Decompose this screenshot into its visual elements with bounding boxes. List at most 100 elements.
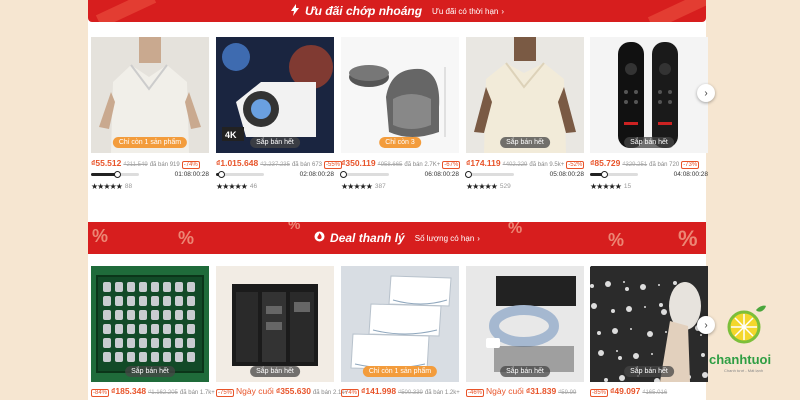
sale-price: ₫185.348: [111, 386, 147, 396]
product-image[interactable]: Sắp bán hết: [590, 266, 708, 382]
price-row: ₫85.729 ₫329.251 đã bán 720 -73%: [590, 158, 708, 169]
discount-badge: -74%: [181, 161, 200, 169]
discount-badge: -74%: [341, 389, 360, 397]
flash-banner-title: Ưu đãi chớp nhoáng: [304, 4, 423, 18]
next-arrow-button[interactable]: ›: [697, 84, 715, 102]
sold-count: đã bán 2.7K+: [404, 162, 441, 168]
percent-decoration: %: [608, 230, 625, 250]
timer-row: 05:08:00:28: [465, 171, 584, 178]
timer-row: 06:08:00:28: [340, 171, 459, 178]
product-card[interactable]: Sắp bán hết -85% ₫49.097 ₫165.016: [590, 266, 708, 400]
last-day-label: Ngày cuối: [486, 386, 524, 396]
product-image[interactable]: Sắp bán hết: [91, 266, 209, 382]
price-row: ₫55.512 ₫211.549 đã bán 919 -74%: [91, 158, 209, 169]
original-price: ₫329.251: [622, 162, 648, 168]
product-image[interactable]: Chỉ còn 1 sản phẩm: [91, 37, 209, 153]
sale-price: ₫55.512: [91, 158, 122, 168]
star-rating-icon: ★★★★★: [91, 182, 123, 191]
sale-price: ₫31.839: [525, 386, 557, 396]
product-image[interactable]: 4K Sắp bán hết: [216, 37, 334, 153]
product-card[interactable]: Sắp bán hết -46% Ngày cuối ₫31.839 ₫59.99: [466, 266, 584, 400]
sale-price: ₫85.729: [590, 158, 621, 168]
ribbon-decoration: [647, 0, 706, 22]
rating-count: 46: [249, 183, 258, 190]
countdown-timer: 06:08:00:28: [424, 171, 459, 178]
discount-badge: -46%: [466, 389, 485, 397]
clearance-banner[interactable]: % % % % % % Deal thanh lý Số lượng có hạ…: [88, 222, 706, 254]
star-rating-icon: ★★★★★: [341, 182, 373, 191]
price-row: -46% Ngày cuối ₫31.839 ₫59.99: [466, 386, 584, 397]
chevron-right-icon: ›: [704, 87, 708, 99]
rating-count: 88: [124, 183, 133, 190]
sale-price: ₫1.015.648: [216, 158, 259, 168]
flash-sale-banner[interactable]: Ưu đãi chớp nhoáng Ưu đãi có thời hạn ›: [88, 0, 706, 22]
percent-decoration: %: [92, 226, 109, 246]
percent-decoration: %: [508, 222, 523, 237]
product-card[interactable]: Sắp bán hết ₫85.729 ₫329.251 đã bán 720 -73%…: [590, 37, 708, 197]
sale-price: ₫350.119: [341, 158, 376, 168]
rating-row: ★★★★★ 387: [341, 182, 386, 191]
price-row: ₫350.119 ₫958.665 đã bán 2.7K+ -67%: [341, 158, 461, 169]
sold-progress-bar: [340, 171, 389, 178]
ribbon-decoration: [95, 0, 157, 22]
countdown-timer: 05:08:00:28: [549, 171, 584, 178]
product-image[interactable]: Sắp bán hết: [466, 37, 584, 153]
chevron-right-icon: ›: [477, 233, 480, 243]
flash-banner-subtitle[interactable]: Ưu đãi có thời hạn: [432, 7, 498, 16]
countdown-timer: 01:08:00:28: [174, 171, 209, 178]
progress-knob: [340, 171, 348, 178]
discount-badge: -67%: [442, 161, 461, 169]
rating-row: ★★★★★ 15: [590, 182, 631, 191]
product-image[interactable]: Sắp bán hết: [590, 37, 708, 153]
original-price: ₫211.549: [123, 162, 148, 168]
stock-badge: Sắp bán hết: [250, 137, 300, 148]
original-price: ₫59.99: [558, 390, 577, 396]
product-card[interactable]: Chỉ còn 1 sản phẩm ₫55.512 ₫211.549 đã bán …: [91, 37, 209, 197]
product-card[interactable]: Sắp bán hết ₫174.119 ₫402.229 đã bán 9.5k+ -…: [465, 37, 585, 197]
product-card[interactable]: Sắp bán hết -75% Ngày cuối ₫355.630 đã bán 2…: [216, 266, 348, 400]
sold-count: đã bán 673: [291, 162, 322, 168]
sold-count: đã bán 720: [649, 162, 680, 168]
original-price: ₫402.229: [502, 162, 528, 168]
sold-progress-bar: [91, 171, 139, 178]
rating-count: 387: [374, 183, 386, 190]
rating-count: 15: [623, 183, 632, 190]
stock-badge: Sắp bán hết: [624, 137, 674, 148]
progress-knob: [114, 171, 122, 178]
clearance-banner-title: Deal thanh lý: [330, 231, 405, 245]
timer-row: 04:08:00:28: [590, 171, 708, 178]
original-price: ₫1.162.205: [148, 390, 178, 396]
original-price: ₫165.016: [642, 390, 668, 396]
sale-price: ₫174.119: [466, 158, 501, 168]
original-price: ₫2.237.235: [260, 162, 290, 168]
discount-badge: -84%: [91, 389, 110, 397]
lightning-icon: [290, 3, 300, 19]
discount-badge: -52%: [566, 161, 585, 169]
product-image[interactable]: Sắp bán hết: [216, 266, 334, 382]
stock-badge: Sắp bán hết: [500, 366, 550, 377]
rating-row: ★★★★★ 88: [91, 182, 132, 191]
price-row: ₫174.119 ₫402.229 đã bán 9.5k+ -52%: [466, 158, 585, 169]
product-image[interactable]: Chỉ còn 1 sản phẩm: [341, 266, 459, 382]
chevron-right-icon: ›: [501, 6, 505, 16]
timer-row: 02:08:00:28: [216, 171, 334, 178]
clearance-banner-subtitle[interactable]: Số lượng có hạn: [415, 234, 475, 243]
stock-badge: Sắp bán hết: [500, 137, 550, 148]
product-card[interactable]: Chỉ còn 3 ₫350.119 ₫958.665 đã bán 2.7K+ -67…: [340, 37, 461, 197]
percent-decoration: %: [288, 222, 301, 232]
original-price: ₫958.665: [377, 162, 403, 168]
sale-price: ₫355.630: [275, 386, 311, 396]
product-image[interactable]: Sắp bán hết: [466, 266, 584, 382]
product-card[interactable]: Sắp bán hết -84% ₫185.348 ₫1.162.205 đã bán …: [91, 266, 215, 400]
product-card[interactable]: Chỉ còn 1 sản phẩm -74% ₫141.998 ₫500.339 đã…: [341, 266, 460, 400]
discount-badge: -75%: [216, 389, 235, 397]
price-row: -74% ₫141.998 ₫500.339 đã bán 1.2k+: [341, 386, 460, 397]
discount-badge: -55%: [324, 161, 343, 169]
rating-row: ★★★★★ 46: [216, 182, 257, 191]
product-card[interactable]: 4K Sắp bán hết ₫1.015.648 ₫2.237.235 đã bán …: [216, 37, 343, 197]
percent-decoration: %: [178, 228, 195, 248]
rating-row: ★★★★★ 529: [466, 182, 511, 191]
countdown-timer: 02:08:00:28: [299, 171, 334, 178]
product-image[interactable]: Chỉ còn 3: [341, 37, 459, 153]
timer-row: 01:08:00:28: [91, 171, 209, 178]
